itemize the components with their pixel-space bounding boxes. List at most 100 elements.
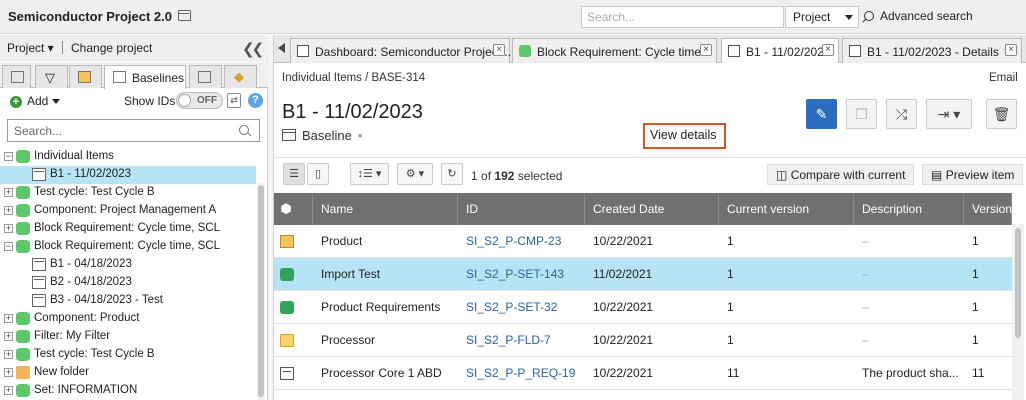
table-row[interactable]: Import Test SI_S2_P-SET-143 11/02/2021 1 – 1: [274, 258, 1012, 291]
table-row[interactable]: Processor Core 1 ABD SI_S2_P-P_REQ-19 10/2…: [274, 357, 1012, 390]
document-tab[interactable]: B1 - 11/02/2023 ×: [721, 38, 839, 63]
cell-id[interactable]: SI_S2_P-P_REQ-19: [458, 357, 585, 390]
export-menu-button[interactable]: ⇥ ▾: [926, 99, 972, 129]
expand-icon[interactable]: +: [4, 368, 13, 377]
table-row[interactable]: Product SI_S2_P-CMP-23 10/22/2021 1 – 1: [274, 225, 1012, 258]
cell-id[interactable]: SI_S2_P-CMP-23: [458, 225, 585, 258]
scrollbar-thumb[interactable]: [1015, 228, 1021, 338]
tree-item[interactable]: − Block Requirement: Cycle time, SCL: [0, 238, 256, 256]
cell-created: 11/02/2021: [593, 267, 653, 281]
tree-item[interactable]: + Block Requirement: Cycle time, SCL: [0, 220, 256, 238]
items-grid: ⬢ Name ID Created Date Current version Descr…: [274, 193, 1012, 400]
scrollbar-thumb[interactable]: [258, 185, 264, 397]
folder-icon: [16, 366, 30, 379]
table-row[interactable]: Processor SI_S2_P-FLD-7 10/22/2021 1 – 1: [274, 324, 1012, 357]
tab-list-view[interactable]: [2, 65, 31, 88]
expand-icon[interactable]: +: [4, 332, 13, 341]
document-tab[interactable]: Block Requirement: Cycle time... ×: [512, 38, 717, 63]
settings-menu-button[interactable]: ⚙ ▾: [397, 163, 433, 185]
tree-item[interactable]: B2 - 04/18/2023: [0, 274, 256, 292]
advanced-search-link[interactable]: Advanced search: [864, 9, 973, 23]
sort-menu-button[interactable]: ↕☰ ▾: [350, 163, 389, 185]
tree-item[interactable]: + Test cycle: Test Cycle B: [0, 346, 256, 364]
tree-item[interactable]: + New folder: [0, 364, 256, 382]
tree-scrollbar[interactable]: [257, 183, 265, 400]
expand-icon[interactable]: +: [4, 188, 13, 197]
delete-button[interactable]: 🗑: [986, 99, 1017, 129]
email-link[interactable]: Email: [989, 72, 1018, 84]
total-count: 192: [494, 169, 515, 183]
header-version-column[interactable]: Version: [964, 193, 1012, 225]
swap-icon[interactable]: ⇄: [227, 93, 241, 108]
close-icon[interactable]: ×: [493, 44, 505, 56]
cell-id[interactable]: SI_S2_P-FLD-7: [458, 324, 585, 357]
collapse-icon[interactable]: −: [4, 152, 13, 161]
close-icon[interactable]: ×: [700, 44, 712, 56]
tree-item[interactable]: + Filter: My Filter: [0, 328, 256, 346]
copy-button[interactable]: ❐: [846, 99, 877, 129]
preview-item-button[interactable]: ▤ Preview item: [922, 164, 1024, 185]
close-icon[interactable]: ×: [1005, 44, 1017, 56]
tab-scroll-left-icon[interactable]: [278, 43, 285, 53]
tree-item[interactable]: + Test cycle: Test Cycle B: [0, 184, 256, 202]
header-current-version-column[interactable]: Current version: [719, 193, 854, 225]
add-button[interactable]: + Add: [10, 94, 61, 108]
tree-item[interactable]: B1 - 11/02/2023: [0, 166, 256, 184]
header-name-column[interactable]: Name: [313, 193, 458, 225]
help-icon[interactable]: ?: [248, 93, 263, 108]
header-created-date-column[interactable]: Created Date: [585, 193, 719, 225]
project-menu[interactable]: Project ▾: [7, 41, 54, 55]
tree-item[interactable]: + Component: Project Management A: [0, 202, 256, 220]
compare-with-current-button[interactable]: ◫ Compare with current: [767, 164, 915, 185]
close-icon[interactable]: ×: [822, 44, 834, 56]
compare-icon: ◫: [776, 168, 788, 182]
list-view-button[interactable]: ☰: [283, 163, 305, 185]
tab-tags[interactable]: ◆: [224, 65, 257, 88]
trash-icon: 🗑: [992, 106, 1011, 122]
document-tab[interactable]: Dashboard: Semiconductor Project... ×: [290, 38, 511, 63]
expand-icon[interactable]: +: [4, 224, 13, 233]
header-description-column[interactable]: Description: [854, 193, 964, 225]
expand-icon[interactable]: +: [4, 386, 13, 395]
cell-id[interactable]: SI_S2_P-SET-32: [458, 291, 585, 324]
tab-baselines[interactable]: Baselines: [104, 65, 186, 89]
folder-icon: [280, 334, 294, 347]
edit-button[interactable]: ✎: [806, 99, 837, 129]
collapse-panel-icon[interactable]: ❮❮: [242, 40, 264, 58]
tag-icon: ◆: [234, 69, 244, 84]
tree-item[interactable]: − Individual Items: [0, 148, 256, 166]
shuffle-button[interactable]: ⤮: [886, 99, 917, 129]
global-search-input[interactable]: Search...: [581, 6, 784, 28]
export-icon: ⇥ ▾: [937, 106, 961, 122]
show-ids-toggle[interactable]: OFF: [176, 92, 223, 109]
breadcrumb[interactable]: Individual Items / BASE-314: [282, 72, 425, 84]
tab-filter[interactable]: ▽: [35, 65, 68, 88]
tree-item[interactable]: + Set: INFORMATION: [0, 382, 256, 400]
expand-icon[interactable]: +: [4, 314, 13, 323]
requirement-icon: [280, 367, 294, 380]
expand-icon[interactable]: +: [4, 206, 13, 215]
expand-icon[interactable]: +: [4, 350, 13, 359]
search-scope-select[interactable]: Project: [785, 6, 859, 28]
tree-item[interactable]: B1 - 04/18/2023: [0, 256, 256, 274]
change-project-link[interactable]: Change project: [71, 41, 152, 55]
tree-search-input[interactable]: Search...: [7, 119, 260, 142]
refresh-button[interactable]: ↻: [441, 163, 463, 185]
document-tab[interactable]: B1 - 11/02/2023 - Details ×: [842, 38, 1022, 63]
tab-reviews[interactable]: [189, 65, 222, 88]
cell-name: Processor Core 1 ABD: [321, 366, 442, 380]
table-row[interactable]: Product Requirements SI_S2_P-SET-32 10/22/…: [274, 291, 1012, 324]
view-details-link[interactable]: View details: [643, 123, 726, 149]
layout-icon[interactable]: [178, 10, 191, 21]
tree-item[interactable]: + Component: Product: [0, 310, 256, 328]
tab-calendar[interactable]: [69, 65, 102, 88]
collapse-icon[interactable]: −: [4, 242, 13, 251]
cell-id[interactable]: SI_S2_P-SET-143: [458, 258, 585, 291]
document-view-button[interactable]: ▯: [307, 163, 329, 185]
cell-current: 11: [727, 366, 740, 380]
grid-scrollbar[interactable]: [1012, 224, 1024, 400]
header-type-column[interactable]: ⬢: [274, 193, 313, 225]
header-id-column[interactable]: ID: [458, 193, 585, 225]
tree-item[interactable]: B3 - 04/18/2023 - Test: [0, 292, 256, 310]
baseline-icon: [32, 168, 46, 181]
